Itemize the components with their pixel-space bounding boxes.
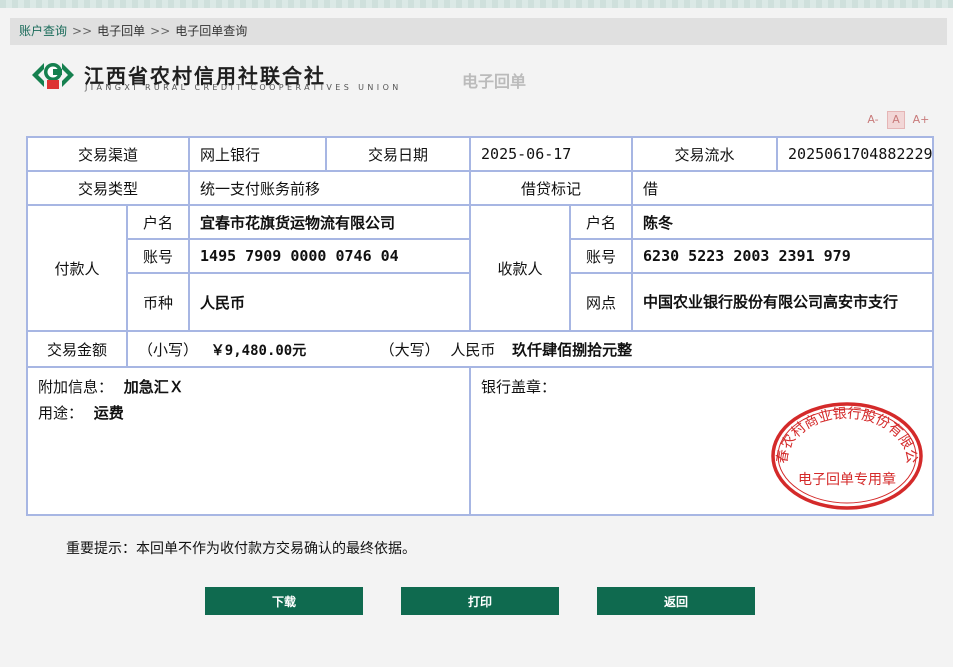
payee-account-value: 6230 5223 2003 2391 979 xyxy=(631,238,935,274)
breadcrumb-e-receipt-query: 电子回单查询 xyxy=(175,24,248,38)
payer-name-value: 宜春市花旗货运物流有限公司 xyxy=(188,204,472,240)
back-button[interactable]: 返回 xyxy=(597,587,755,615)
amount-small-label: （小写） xyxy=(138,340,199,359)
payee-branch-label: 网点 xyxy=(569,272,634,332)
purpose-label: 用途： xyxy=(38,404,84,422)
payer-currency-label: 币种 xyxy=(125,272,191,332)
serial-label: 交易流水 xyxy=(631,136,779,172)
debit-credit-label: 借贷标记 xyxy=(469,170,634,206)
seal-outer-text: 宜春农村商业银行股份有限公司 xyxy=(769,400,920,465)
debit-credit-value: 借 xyxy=(631,170,935,206)
purpose-line: 用途： 运费 xyxy=(38,400,459,426)
amount-big-value: 玖仟肆佰捌拾元整 xyxy=(512,340,633,359)
payer-name-label: 户名 xyxy=(125,204,191,240)
font-smaller-button[interactable]: A- xyxy=(864,111,882,129)
payer-account-label: 账号 xyxy=(125,238,191,274)
stamp-label: 银行盖章： xyxy=(481,378,557,396)
important-notice: 重要提示：本回单不作为收付款方交易确认的最终依据。 xyxy=(66,541,416,557)
print-button[interactable]: 打印 xyxy=(401,587,559,615)
bank-seal-stamp: 宜春农村商业银行股份有限公司 电子回单专用章 xyxy=(769,400,923,510)
extra-info-value: 加急汇Ｘ xyxy=(123,378,184,396)
payer-account-value: 1495 7909 0000 0746 04 xyxy=(188,238,472,274)
payee-account-label: 账号 xyxy=(569,238,634,274)
download-button[interactable]: 下载 xyxy=(205,587,363,615)
top-stripe xyxy=(0,0,953,8)
payee-branch-value: 中国农业银行股份有限公司高安市支行 xyxy=(631,272,935,332)
serial-value: 2025061704882229 xyxy=(776,136,935,172)
bank-emblem-icon xyxy=(32,63,74,89)
channel-label: 交易渠道 xyxy=(25,136,191,172)
breadcrumb-separator: >> xyxy=(150,24,171,38)
amount-big-currency: 人民币 xyxy=(450,340,496,359)
font-larger-button[interactable]: A+ xyxy=(912,111,930,129)
amount-big-label: （大写） xyxy=(379,340,440,359)
type-value: 统一支付账务前移 xyxy=(188,170,472,206)
type-label: 交易类型 xyxy=(25,170,191,206)
seal-inner-text: 电子回单专用章 xyxy=(798,471,896,488)
extra-info-line: 附加信息： 加急汇Ｘ xyxy=(38,374,459,400)
purpose-value: 运费 xyxy=(93,404,124,422)
breadcrumb-account-query[interactable]: 账户查询 xyxy=(19,18,67,45)
bank-logo: 江西省农村信用社联合社 JIANGXI RURAL CREDIT COOPERA… xyxy=(30,58,410,96)
document-title: 电子回单 xyxy=(462,72,527,91)
extra-info-label: 附加信息： xyxy=(38,378,114,396)
amount-small-value: ￥9,480.00元 xyxy=(210,342,307,359)
amount-cell: （小写） ￥9,480.00元 （大写） 人民币 玖仟肆佰捌拾元整 xyxy=(125,330,935,368)
payer-currency-value: 人民币 xyxy=(188,272,472,332)
channel-value: 网上银行 xyxy=(188,136,328,172)
payee-name-label: 户名 xyxy=(569,204,634,240)
amount-label: 交易金额 xyxy=(26,330,128,368)
date-value: 2025-06-17 xyxy=(469,136,634,172)
font-normal-button[interactable]: A xyxy=(887,111,905,129)
payer-label: 付款人 xyxy=(26,204,128,332)
payee-name-value: 陈冬 xyxy=(631,204,935,240)
breadcrumb-separator: >> xyxy=(72,24,93,38)
remark-cell: 附加信息： 加急汇Ｘ 用途： 运费 xyxy=(25,366,472,516)
date-label: 交易日期 xyxy=(325,136,472,172)
bank-name-en: JIANGXI RURAL CREDIT COOPERATIVES UNION xyxy=(85,83,402,92)
payee-label: 收款人 xyxy=(469,204,572,332)
breadcrumb: 账户查询 >> 电子回单 >> 电子回单查询 xyxy=(10,18,947,45)
breadcrumb-e-receipt: 电子回单 xyxy=(97,24,146,38)
